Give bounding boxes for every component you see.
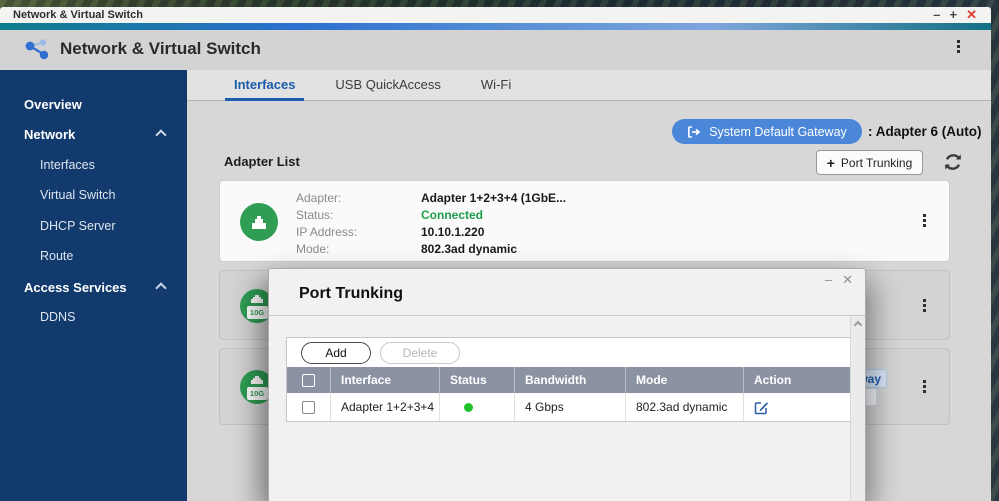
card-menu-kebab-icon[interactable] bbox=[923, 214, 927, 227]
card-menu-kebab-icon[interactable] bbox=[923, 380, 927, 393]
trunk-toolbar: Add Delete bbox=[287, 338, 850, 367]
delete-button[interactable]: Delete bbox=[380, 341, 460, 364]
gateway-icon bbox=[688, 125, 701, 138]
dialog-header[interactable]: Port Trunking – ✕ bbox=[269, 269, 865, 316]
10g-label: 10G bbox=[246, 387, 268, 400]
sidebar-item-access-services[interactable]: Access Services bbox=[0, 275, 187, 299]
tab-bar: Interfaces USB QuickAccess Wi-Fi bbox=[187, 70, 991, 101]
table-row: Adapter 1+2+3+4 4 Gbps 802.3ad dynamic bbox=[287, 393, 850, 421]
network-app-icon bbox=[25, 39, 49, 60]
adapter-card-1: Adapter: Adapter 1+2+3+4 (1GbE... Status:… bbox=[219, 180, 950, 262]
maximize-button[interactable]: + bbox=[950, 8, 958, 22]
table-header-row: Interface Status Bandwidth Mode Action bbox=[287, 367, 850, 393]
gateway-button-label: System Default Gateway bbox=[709, 124, 847, 139]
select-all-checkbox[interactable] bbox=[302, 373, 315, 387]
add-button[interactable]: Add bbox=[301, 341, 371, 364]
port-trunking-dialog: Port Trunking – ✕ Add Delete Interface S… bbox=[268, 268, 866, 501]
mode-value: 802.3ad dynamic bbox=[421, 241, 518, 256]
app-title: Network & Virtual Switch bbox=[60, 39, 261, 58]
sidebar-item-route[interactable]: Route bbox=[0, 244, 187, 268]
ethernet-port-icon bbox=[240, 203, 278, 241]
dialog-minimize-icon[interactable]: – bbox=[825, 273, 832, 287]
window-controls: – + ✕ bbox=[933, 8, 991, 22]
dialog-scrollbar[interactable] bbox=[850, 316, 865, 501]
adapter-list-title: Adapter List bbox=[224, 154, 300, 169]
row-bandwidth: 4 Gbps bbox=[515, 393, 626, 421]
dialog-title: Port Trunking bbox=[299, 285, 403, 302]
port-trunking-button[interactable]: + Port Trunking bbox=[816, 150, 923, 175]
col-interface: Interface bbox=[331, 367, 440, 393]
edit-icon[interactable] bbox=[754, 400, 769, 415]
refresh-icon[interactable] bbox=[942, 151, 964, 173]
chevron-up-icon bbox=[155, 129, 167, 141]
tab-interfaces[interactable]: Interfaces bbox=[225, 70, 305, 101]
field-label: IP Address: bbox=[296, 224, 358, 239]
col-action: Action bbox=[754, 373, 792, 387]
field-label: Status: bbox=[296, 207, 334, 222]
tab-usb-quickaccess[interactable]: USB QuickAccess bbox=[326, 70, 449, 101]
sidebar-item-network[interactable]: Network bbox=[0, 122, 187, 146]
trunk-table-panel: Add Delete Interface Status Bandwidth Mo… bbox=[286, 337, 851, 422]
chevron-up-icon bbox=[155, 282, 167, 294]
minimize-button[interactable]: – bbox=[933, 8, 940, 22]
sidebar-item-dhcp-server[interactable]: DHCP Server bbox=[0, 214, 187, 238]
field-label: Adapter: bbox=[296, 190, 342, 205]
window-title: Network & Virtual Switch bbox=[13, 9, 143, 21]
adapter-name-value: Adapter 1+2+3+4 (1GbE... bbox=[421, 190, 567, 205]
sidebar-item-overview[interactable]: Overview bbox=[0, 92, 187, 116]
status-value: Connected bbox=[421, 207, 484, 222]
row-interface: Adapter 1+2+3+4 bbox=[331, 393, 440, 421]
scroll-up-icon[interactable] bbox=[853, 320, 863, 330]
sidebar-item-ddns[interactable]: DDNS bbox=[0, 305, 187, 329]
field-label: Mode: bbox=[296, 241, 330, 256]
ip-address-value: 10.10.1.220 bbox=[421, 224, 485, 239]
plus-icon: + bbox=[826, 154, 835, 171]
dialog-close-icon[interactable]: ✕ bbox=[842, 273, 853, 287]
adapter-fields: Adapter: Adapter 1+2+3+4 (1GbE... Status:… bbox=[296, 189, 566, 257]
status-connected-dot bbox=[464, 402, 473, 412]
sidebar-item-interfaces[interactable]: Interfaces bbox=[0, 153, 187, 177]
gateway-value: : Adapter 6 (Auto) bbox=[868, 124, 982, 139]
row-checkbox[interactable] bbox=[302, 400, 315, 414]
row-mode: 802.3ad dynamic bbox=[626, 393, 744, 421]
card-menu-kebab-icon[interactable] bbox=[923, 299, 927, 312]
system-default-gateway-button[interactable]: System Default Gateway bbox=[672, 119, 862, 144]
close-button[interactable]: ✕ bbox=[966, 8, 977, 22]
col-status: Status bbox=[440, 367, 515, 393]
window-titlebar[interactable]: Network & Virtual Switch – + ✕ bbox=[0, 7, 991, 23]
col-mode: Mode bbox=[626, 367, 744, 393]
10g-label: 10G bbox=[246, 306, 268, 319]
col-bandwidth: Bandwidth bbox=[515, 367, 626, 393]
sidebar-item-virtual-switch[interactable]: Virtual Switch bbox=[0, 183, 187, 207]
sidebar: Overview Network Interfaces Virtual Swit… bbox=[0, 70, 187, 501]
gradient-accent-bar bbox=[0, 23, 991, 30]
tab-wifi[interactable]: Wi-Fi bbox=[472, 70, 520, 101]
app-menu-kebab-icon[interactable] bbox=[957, 40, 961, 53]
